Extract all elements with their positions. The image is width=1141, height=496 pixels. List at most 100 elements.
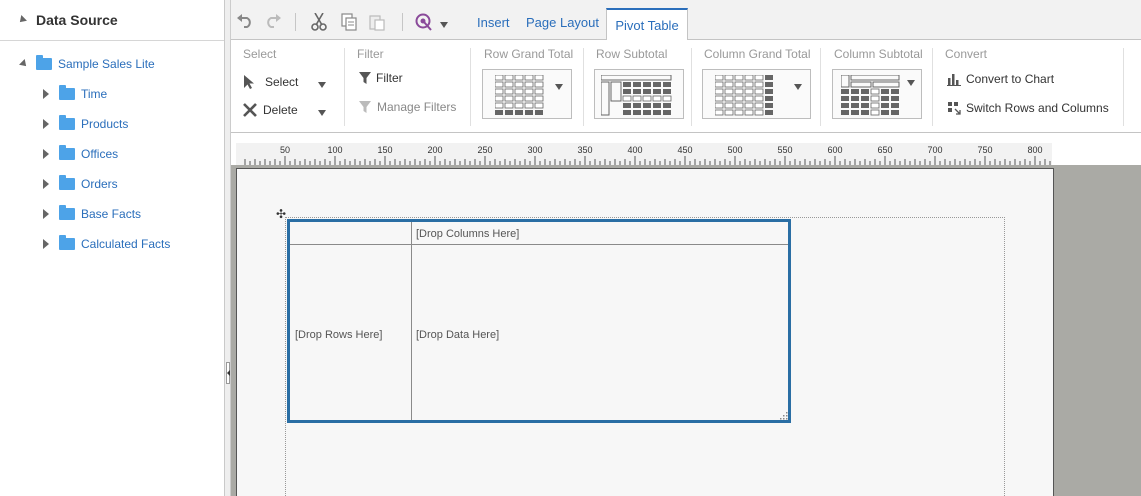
- column-grand-total-title: Column Grand Total: [704, 47, 811, 61]
- row-grand-total-dropdown-icon[interactable]: [555, 84, 563, 90]
- row-subtotal-grid-icon: [601, 75, 672, 116]
- tab-page-layout[interactable]: Page Layout: [526, 15, 599, 30]
- tree-item-offices[interactable]: Offices: [43, 145, 119, 162]
- preview-dropdown-icon[interactable]: [440, 22, 448, 28]
- delete-dropdown-icon[interactable]: [318, 110, 326, 116]
- ruler-label: 700: [927, 145, 943, 155]
- ruler-label: 200: [427, 145, 443, 155]
- tree-item-label: Products: [81, 117, 129, 131]
- convert-to-chart-label: Convert to Chart: [966, 72, 1055, 86]
- pivot-table[interactable]: [Drop Columns Here] [Drop Rows Here] [Dr…: [287, 219, 791, 423]
- tree-item-label: Offices: [81, 147, 119, 161]
- tab-pivot-table[interactable]: Pivot Table: [606, 8, 688, 41]
- convert-to-chart-button[interactable]: Convert to Chart: [947, 72, 1054, 86]
- pivot-table-ribbon: Select Select Delete Filter Filter Manag…: [231, 40, 1141, 133]
- column-subtotal-dropdown-icon[interactable]: [907, 80, 915, 86]
- bar-chart-icon: [947, 73, 961, 86]
- drop-columns-zone[interactable]: [Drop Columns Here]: [416, 228, 519, 240]
- collapse-triangle-icon[interactable]: [17, 15, 27, 25]
- group-separator: [583, 48, 584, 126]
- filter-button[interactable]: Filter: [358, 71, 403, 85]
- select-group-title: Select: [243, 47, 277, 61]
- column-grand-total-grid-icon: [715, 75, 773, 116]
- delete-label: Delete: [263, 103, 298, 117]
- group-separator: [691, 48, 692, 126]
- switch-rows-columns-icon: [948, 102, 961, 115]
- switch-rows-columns-button[interactable]: Switch Rows and Columns: [947, 101, 1109, 115]
- pivot-divider-horizontal: [290, 244, 788, 245]
- column-subtotal-title: Column Subtotal: [834, 47, 923, 61]
- tree-item-label: Time: [81, 87, 108, 101]
- data-source-title: Data Source: [36, 12, 118, 28]
- manage-filters-icon: [359, 101, 371, 113]
- data-source-header[interactable]: Data Source: [0, 0, 224, 41]
- row-grand-total-title: Row Grand Total: [484, 47, 574, 61]
- move-handle-icon[interactable]: ✣: [276, 207, 286, 221]
- collapse-panel-handle[interactable]: [226, 362, 230, 384]
- group-separator: [344, 48, 345, 126]
- tree-item-label: Base Facts: [81, 207, 142, 221]
- expand-triangle-icon[interactable]: [43, 149, 49, 159]
- ruler-label: 750: [977, 145, 993, 155]
- redo-icon[interactable]: [264, 14, 282, 28]
- ruler-label: 600: [827, 145, 843, 155]
- paste-icon[interactable]: [369, 13, 385, 31]
- drop-data-zone[interactable]: [Drop Data Here]: [416, 329, 499, 341]
- folder-icon: [59, 175, 75, 190]
- data-source-panel: Data Source Sample Sales Lite Time Produ…: [0, 0, 225, 496]
- column-grand-total-dropdown-icon[interactable]: [794, 84, 802, 90]
- ruler-label: 300: [527, 145, 543, 155]
- expand-triangle-icon[interactable]: [19, 59, 29, 69]
- row-grand-total-gallery[interactable]: [482, 69, 572, 119]
- filter-label: Filter: [376, 71, 403, 85]
- cut-icon[interactable]: [311, 13, 327, 31]
- column-grand-total-gallery[interactable]: [702, 69, 811, 119]
- tab-insert[interactable]: Insert: [477, 15, 510, 30]
- resize-grip-icon[interactable]: [778, 410, 788, 420]
- preview-icon[interactable]: [415, 13, 433, 31]
- drop-rows-zone[interactable]: [Drop Rows Here]: [295, 329, 382, 341]
- manage-filters-button[interactable]: Manage Filters: [358, 100, 456, 114]
- undo-icon[interactable]: [236, 14, 254, 28]
- ruler-label: 500: [727, 145, 743, 155]
- expand-triangle-icon[interactable]: [43, 179, 49, 189]
- tree-item-orders[interactable]: Orders: [43, 175, 118, 192]
- folder-icon: [59, 205, 75, 220]
- group-separator: [1123, 48, 1124, 126]
- convert-group-title: Convert: [945, 47, 988, 61]
- copy-icon[interactable]: [341, 13, 357, 31]
- select-label: Select: [265, 75, 299, 89]
- select-button[interactable]: Select: [243, 74, 298, 90]
- tree-item-time[interactable]: Time: [43, 85, 108, 102]
- tree-item-label: Calculated Facts: [81, 237, 171, 251]
- ruler-label: 100: [327, 145, 343, 155]
- ruler-label: 450: [677, 145, 693, 155]
- top-toolbar: Insert Page Layout Pivot Table: [231, 0, 1141, 41]
- ruler-label: 50: [279, 145, 291, 155]
- group-separator: [932, 48, 933, 126]
- ruler-label: 800: [1027, 145, 1043, 155]
- tree-item-products[interactable]: Products: [43, 115, 129, 132]
- tree-item-sample-sales-lite[interactable]: Sample Sales Lite: [19, 55, 155, 72]
- ruler-label: 550: [777, 145, 793, 155]
- tree-item-calculated-facts[interactable]: Calculated Facts: [43, 235, 171, 252]
- column-subtotal-gallery[interactable]: [832, 69, 922, 119]
- ruler-label: 150: [377, 145, 393, 155]
- select-dropdown-icon[interactable]: [318, 82, 326, 88]
- funnel-icon: [359, 72, 371, 84]
- row-subtotal-gallery[interactable]: [594, 69, 684, 119]
- ruler-label: 650: [877, 145, 893, 155]
- expand-triangle-icon[interactable]: [43, 119, 49, 129]
- expand-triangle-icon[interactable]: [43, 89, 49, 99]
- delete-x-icon: [243, 103, 257, 117]
- tree-item-base-facts[interactable]: Base Facts: [43, 205, 142, 222]
- group-separator: [470, 48, 471, 126]
- expand-triangle-icon[interactable]: [43, 209, 49, 219]
- ruler-label: 250: [477, 145, 493, 155]
- folder-icon: [59, 145, 75, 160]
- expand-triangle-icon[interactable]: [43, 239, 49, 249]
- delete-button[interactable]: Delete: [243, 103, 298, 117]
- row-subtotal-title: Row Subtotal: [596, 47, 668, 61]
- column-subtotal-grid-icon: [841, 75, 900, 116]
- switch-rows-columns-label: Switch Rows and Columns: [966, 101, 1109, 115]
